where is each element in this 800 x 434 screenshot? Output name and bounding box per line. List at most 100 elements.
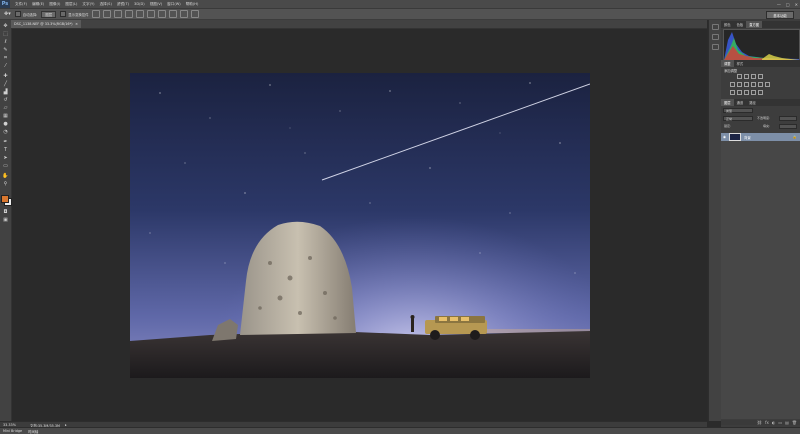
tab-adjustments[interactable]: 调整 (721, 60, 734, 67)
vibrance-icon[interactable] (730, 82, 735, 87)
healing-brush-tool-icon[interactable]: ✚ (2, 72, 9, 79)
menu-image[interactable]: 图像(I) (49, 2, 60, 7)
close-tab-icon[interactable]: × (75, 22, 78, 26)
tab-layers[interactable]: 图层 (721, 99, 734, 106)
path-select-tool-icon[interactable]: ➤ (2, 154, 9, 161)
align-left-icon[interactable] (124, 10, 133, 18)
zoom-tool-icon[interactable]: ⚲ (2, 180, 9, 187)
history-panel-icon[interactable] (712, 24, 719, 30)
auto-select-group: 自动选择: (14, 11, 37, 17)
selective-color-icon[interactable] (758, 90, 763, 95)
menu-view[interactable]: 视图(V) (150, 2, 162, 7)
maximize-button[interactable]: □ (786, 2, 790, 7)
move-tool-preset-icon[interactable]: ✥▾ (4, 11, 11, 17)
channel-mixer-icon[interactable] (765, 82, 770, 87)
tab-swatches[interactable]: 色板 (734, 21, 747, 28)
blend-mode-select[interactable]: 正常 (723, 116, 753, 121)
photo-filter-icon[interactable] (758, 82, 763, 87)
history-brush-tool-icon[interactable]: ↺ (2, 96, 9, 103)
show-transform-checkbox[interactable] (60, 11, 67, 17)
tab-styles[interactable]: 样式 (734, 60, 747, 67)
opacity-label: 不透明度: (757, 116, 771, 120)
fill-input[interactable] (779, 124, 797, 129)
auto-select-dropdown[interactable]: 图层 (41, 10, 57, 18)
distribute-middle-icon[interactable] (168, 10, 177, 18)
type-tool-icon[interactable]: T (2, 146, 9, 153)
menu-edit[interactable]: 编辑(E) (32, 2, 44, 7)
opacity-input[interactable] (779, 116, 797, 121)
layer-filter-select[interactable]: 类型 (723, 108, 753, 113)
clone-stamp-tool-icon[interactable]: ▟ (2, 88, 9, 95)
menu-file[interactable]: 文件(F) (15, 2, 27, 7)
shape-tool-icon[interactable]: ▭ (2, 162, 9, 169)
invert-icon[interactable] (730, 90, 735, 95)
move-tool-icon[interactable]: ✥ (2, 22, 9, 29)
threshold-icon[interactable] (744, 90, 749, 95)
menu-window[interactable]: 窗口(W) (167, 2, 181, 7)
black-white-icon[interactable] (751, 82, 756, 87)
menu-layer[interactable]: 图层(L) (65, 2, 77, 7)
info-panel-icon[interactable] (712, 44, 719, 50)
align-bottom-icon[interactable] (113, 10, 122, 18)
eyedropper-tool-icon[interactable]: ⁄ (2, 62, 9, 69)
brush-tool-icon[interactable]: ╱ (2, 80, 9, 87)
distribute-top-icon[interactable] (157, 10, 166, 18)
close-window-button[interactable]: ✕ (795, 2, 798, 7)
crop-tool-icon[interactable]: ⌗ (2, 54, 9, 61)
screen-mode-icon[interactable]: ▣ (2, 216, 9, 223)
visibility-eye-icon[interactable]: ◉ (723, 135, 726, 139)
align-top-icon[interactable] (91, 10, 100, 18)
tab-color[interactable]: 颜色 (721, 21, 734, 28)
lasso-tool-icon[interactable]: ℓ (2, 38, 9, 45)
pen-tool-icon[interactable]: ✒ (2, 138, 9, 145)
hue-saturation-icon[interactable] (737, 82, 742, 87)
gradient-tool-icon[interactable]: ▦ (2, 112, 9, 119)
menu-filter[interactable]: 滤镜(T) (117, 2, 129, 7)
distribute-bottom-icon[interactable] (179, 10, 188, 18)
dodge-tool-icon[interactable]: ◔ (2, 128, 9, 135)
levels-icon[interactable] (744, 74, 749, 79)
new-group-icon[interactable]: ▭ (778, 420, 782, 425)
tab-channels[interactable]: 通道 (734, 99, 747, 106)
tab-paths[interactable]: 路径 (746, 99, 759, 106)
brightness-icon[interactable] (737, 74, 742, 79)
align-center-icon[interactable] (135, 10, 144, 18)
fill-label: 填充: (763, 124, 771, 128)
properties-panel-icon[interactable] (712, 34, 719, 40)
night-sky-photo (130, 73, 590, 378)
auto-select-checkbox[interactable] (14, 11, 21, 17)
tab-histogram[interactable]: 直方图 (746, 21, 763, 28)
document-tab[interactable]: DSC_1138.NEF @ 33.3%(RGB/16*) × (11, 20, 81, 28)
quick-mask-icon[interactable]: ◘ (2, 208, 9, 215)
menu-3d[interactable]: 3D(D) (134, 2, 145, 6)
workspace-select[interactable]: 基本功能 (766, 11, 794, 19)
quick-select-tool-icon[interactable]: ✎ (2, 46, 9, 53)
lock-icon: 🔒 (792, 135, 797, 139)
document-image[interactable] (130, 73, 590, 378)
new-layer-icon[interactable]: ▤ (785, 420, 789, 425)
curves-icon[interactable] (751, 74, 756, 79)
color-balance-icon[interactable] (744, 82, 749, 87)
blur-tool-icon[interactable]: ● (2, 120, 9, 127)
delete-layer-icon[interactable]: 🗑 (792, 420, 797, 425)
menu-type[interactable]: 文字(Y) (82, 2, 94, 7)
gradient-map-icon[interactable] (751, 90, 756, 95)
minimize-button[interactable]: — (777, 2, 781, 7)
align-right-icon[interactable] (146, 10, 155, 18)
exposure-icon[interactable] (758, 74, 763, 79)
marquee-tool-icon[interactable]: ⬚ (2, 30, 9, 37)
eraser-tool-icon[interactable]: ▱ (2, 104, 9, 111)
mini-bridge-tab[interactable]: Mini Bridge (3, 429, 22, 433)
foreground-color-swatch[interactable] (1, 195, 9, 203)
person (411, 318, 414, 332)
layer-mask-icon[interactable]: ◐ (772, 420, 776, 425)
align-middle-icon[interactable] (102, 10, 111, 18)
posterize-icon[interactable] (737, 90, 742, 95)
menu-help[interactable]: 帮助(H) (186, 2, 199, 7)
fx-icon[interactable]: fx (765, 420, 769, 425)
link-layers-icon[interactable]: ⛓ (757, 420, 762, 425)
layer-row[interactable]: ◉ 背景 🔒 (721, 133, 800, 141)
menu-select[interactable]: 选择(S) (100, 2, 112, 7)
hand-tool-icon[interactable]: ✋ (2, 172, 9, 179)
auto-align-icon[interactable] (190, 10, 199, 18)
